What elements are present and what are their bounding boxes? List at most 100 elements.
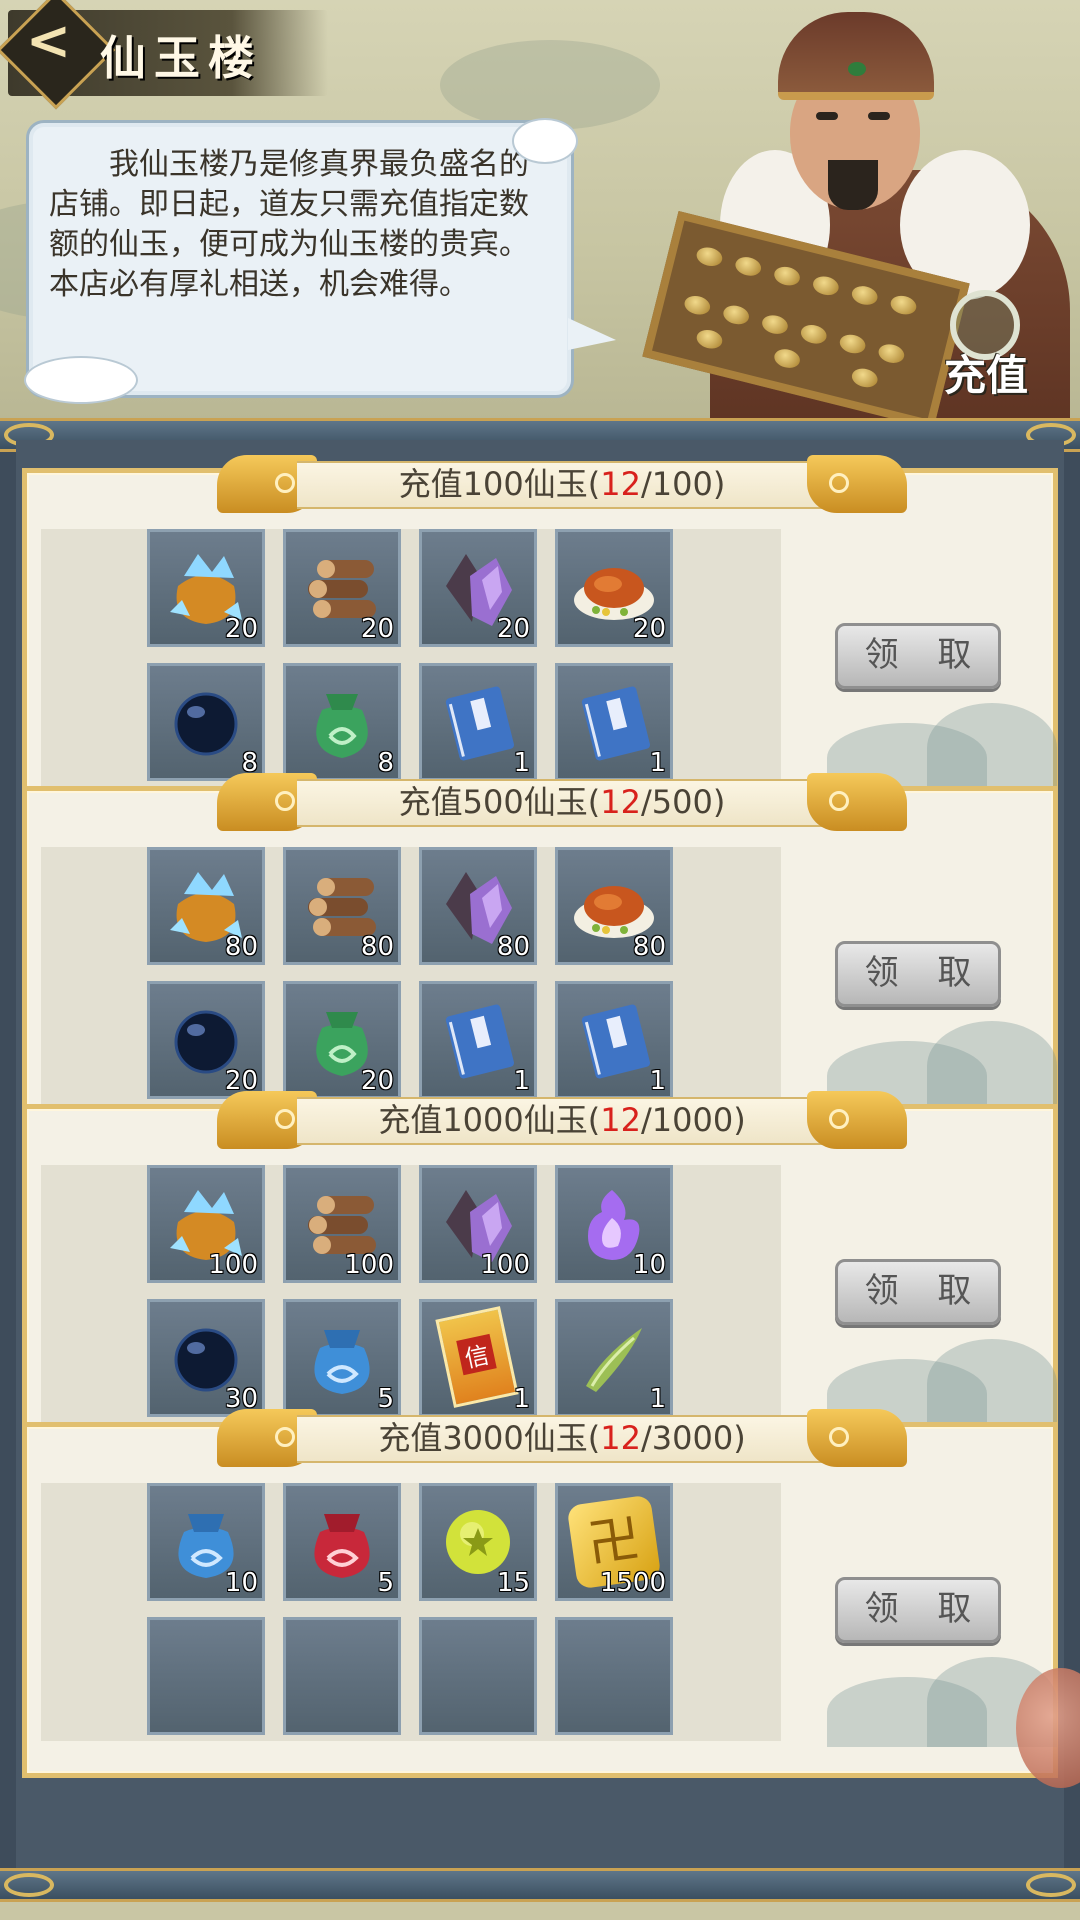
tier-banner: 充值3000仙玉(12/3000) — [217, 1409, 907, 1467]
item-slot[interactable] — [419, 1617, 537, 1735]
tier-progress: 12 — [600, 465, 641, 503]
item-slot[interactable]: 100 — [147, 1165, 265, 1283]
item-slot[interactable]: 8 — [147, 663, 265, 781]
dark-orb-icon — [164, 680, 248, 764]
item-slot[interactable] — [147, 1617, 265, 1735]
reward-card: 充值1000仙玉(12/1000) 100 100 100 10 30 5 信 1 1 领 取 — [22, 1091, 1058, 1460]
tier-progress: 12 — [600, 1101, 641, 1139]
item-slot[interactable]: 20 — [147, 529, 265, 647]
item-slot[interactable]: 15 — [419, 1483, 537, 1601]
item-slot[interactable]: 1 — [419, 981, 537, 1099]
item-slot[interactable] — [283, 1617, 401, 1735]
tier-banner: 充值100仙玉(12/100) — [217, 455, 907, 513]
item-slot[interactable]: 80 — [147, 847, 265, 965]
reward-list[interactable]: 充值100仙玉(12/100) 20 20 20 20 8 8 1 1 领 取充值500仙玉(12… — [16, 440, 1064, 1870]
item-quantity: 10 — [224, 1568, 258, 1598]
reward-card: 充值500仙玉(12/500) 80 80 80 80 20 20 1 1 领 取 — [22, 773, 1058, 1142]
item-slot[interactable]: 10 — [147, 1483, 265, 1601]
item-quantity: 80 — [632, 932, 666, 962]
item-slot[interactable]: 20 — [555, 529, 673, 647]
item-slot[interactable]: 5 — [283, 1483, 401, 1601]
item-slot[interactable]: 1 — [555, 981, 673, 1099]
claim-button[interactable]: 领 取 — [835, 1259, 1001, 1325]
tier-banner: 充值1000仙玉(12/1000) — [217, 1091, 907, 1149]
item-slot[interactable]: 30 — [147, 1299, 265, 1417]
tier-title-prefix: 充值500仙玉( — [398, 783, 601, 821]
items-panel: 10 5 15 卍 1500 — [41, 1483, 781, 1741]
item-slot[interactable]: 5 — [283, 1299, 401, 1417]
tier-title-suffix: /1000) — [640, 1101, 746, 1139]
tier-title-suffix: /100) — [640, 465, 726, 503]
item-quantity: 20 — [360, 614, 394, 644]
item-quantity: 20 — [496, 614, 530, 644]
item-quantity: 100 — [344, 1250, 394, 1280]
item-slot[interactable]: 8 — [283, 663, 401, 781]
item-slot[interactable]: 80 — [555, 847, 673, 965]
tier-banner: 充值500仙玉(12/500) — [217, 773, 907, 831]
tier-title-suffix: /3000) — [640, 1419, 746, 1457]
chevron-left-icon: < — [25, 9, 72, 73]
green-pouch-icon — [300, 680, 384, 764]
blue-book-icon — [572, 680, 656, 764]
tier-title-suffix: /500) — [640, 783, 726, 821]
tier-title-prefix: 充值3000仙玉( — [378, 1419, 601, 1457]
item-slot[interactable] — [555, 1617, 673, 1735]
tier-title: 充值3000仙玉(12/3000) — [217, 1416, 907, 1460]
tier-progress: 12 — [600, 1419, 641, 1457]
mountain-decoration — [927, 1021, 1057, 1111]
tier-title: 充值1000仙玉(12/1000) — [217, 1098, 907, 1142]
item-quantity: 80 — [224, 932, 258, 962]
tier-title: 充值500仙玉(12/500) — [217, 780, 907, 824]
reward-card: 充值3000仙玉(12/3000) 10 5 15 卍 1500 领 取 — [22, 1409, 1058, 1778]
item-slot[interactable]: 20 — [283, 529, 401, 647]
tier-title: 充值100仙玉(12/100) — [217, 462, 907, 506]
item-slot[interactable]: 20 — [147, 981, 265, 1099]
dialog-bubble: 我仙玉楼乃是修真界最负盛名的店铺。即日起，道友只需充值指定数额的仙玉，便可成为仙… — [26, 120, 574, 398]
item-quantity: 80 — [496, 932, 530, 962]
reward-card: 充值100仙玉(12/100) 20 20 20 20 8 8 1 1 领 取 — [22, 455, 1058, 824]
mountain-decoration — [927, 703, 1057, 793]
item-slot[interactable]: 卍 1500 — [555, 1483, 673, 1601]
item-slot[interactable]: 信1 — [419, 1299, 537, 1417]
item-quantity: 20 — [632, 614, 666, 644]
items-panel: 20 20 20 20 8 8 1 1 — [41, 529, 781, 787]
recharge-button[interactable]: 充值 — [930, 290, 1050, 410]
item-quantity: 80 — [360, 932, 394, 962]
blue-book-icon — [436, 680, 520, 764]
letter-mark: 信 — [456, 1333, 497, 1376]
tier-title-prefix: 充值100仙玉( — [398, 465, 601, 503]
blue-book-icon — [436, 998, 520, 1082]
item-quantity: 10 — [632, 1250, 666, 1280]
claim-button[interactable]: 领 取 — [835, 941, 1001, 1007]
blue-book-icon — [572, 998, 656, 1082]
letter-icon: 信 — [435, 1306, 519, 1408]
item-slot[interactable]: 100 — [283, 1165, 401, 1283]
list-frame-bottom — [0, 1868, 1080, 1902]
jade-horn-icon — [572, 1316, 656, 1400]
item-quantity: 1500 — [599, 1568, 666, 1598]
item-slot[interactable]: 10 — [555, 1165, 673, 1283]
page-title: 仙玉楼 — [100, 31, 262, 85]
item-quantity: 5 — [377, 1568, 394, 1598]
tier-progress: 12 — [600, 783, 641, 821]
item-slot[interactable]: 20 — [419, 529, 537, 647]
item-slot[interactable]: 80 — [419, 847, 537, 965]
recharge-label: 充值 — [944, 351, 1029, 400]
item-quantity: 20 — [224, 614, 258, 644]
item-slot[interactable]: 80 — [283, 847, 401, 965]
dialog-tail — [568, 318, 616, 350]
claim-button[interactable]: 领 取 — [835, 623, 1001, 689]
item-slot[interactable]: 20 — [283, 981, 401, 1099]
dialog-text: 我仙玉楼乃是修真界最负盛名的店铺。即日起，道友只需充值指定数额的仙玉，便可成为仙… — [49, 147, 529, 302]
red-pouch-icon — [300, 1500, 384, 1584]
tier-title-prefix: 充值1000仙玉( — [378, 1101, 601, 1139]
blue-pouch-icon — [300, 1316, 384, 1400]
item-slot[interactable]: 1 — [419, 663, 537, 781]
item-slot[interactable]: 100 — [419, 1165, 537, 1283]
items-panel: 100 100 100 10 30 5 信 1 1 — [41, 1165, 781, 1423]
mountain-decoration — [927, 1339, 1057, 1429]
claim-button[interactable]: 领 取 — [835, 1577, 1001, 1643]
item-slot[interactable]: 1 — [555, 1299, 673, 1417]
item-quantity: 100 — [208, 1250, 258, 1280]
item-slot[interactable]: 1 — [555, 663, 673, 781]
